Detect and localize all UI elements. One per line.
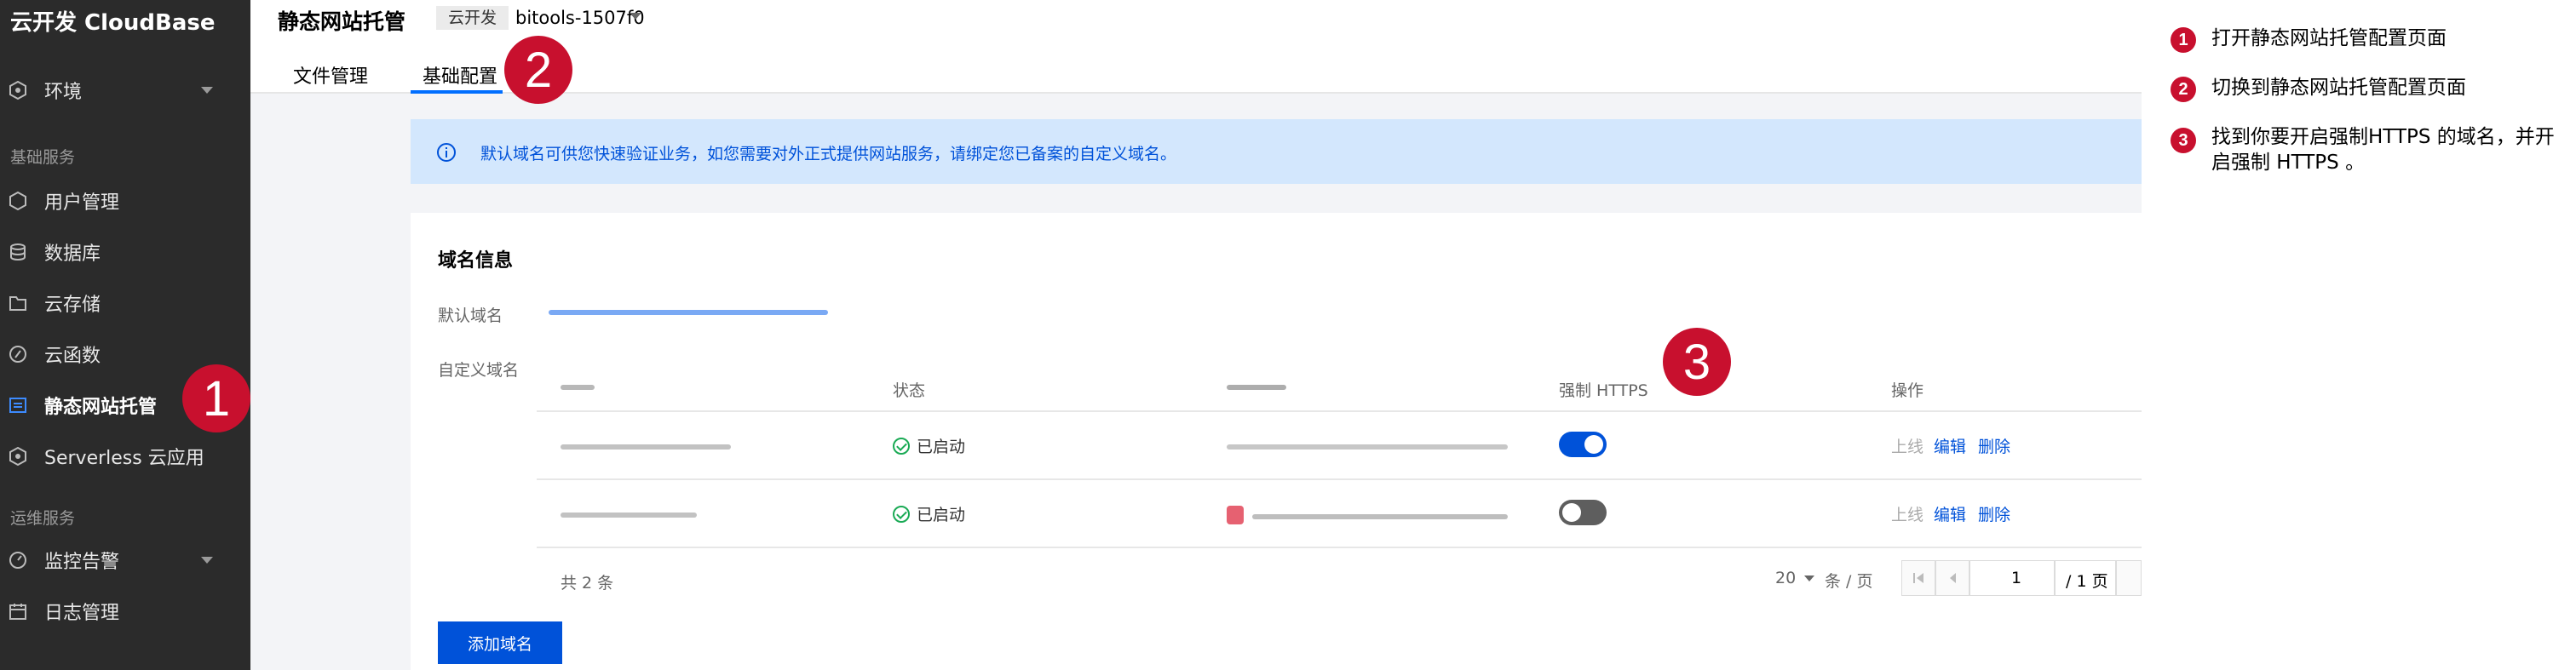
default-domain-link[interactable] — [549, 310, 828, 315]
hexagon-icon — [9, 447, 27, 466]
tab-basic-config[interactable]: 基础配置 — [423, 61, 497, 89]
cname-value — [1252, 514, 1508, 519]
folder-icon — [9, 294, 27, 312]
sidebar-item-serverless[interactable]: Serverless 云应用 — [0, 438, 250, 475]
prev-page-button[interactable] — [1935, 560, 1969, 596]
table-divider — [537, 410, 2142, 412]
column-header-force-https: 强制 HTTPS — [1559, 381, 1648, 400]
delete-link[interactable]: 删除 — [1978, 502, 2010, 525]
sidebar-item-logs[interactable]: 日志管理 — [0, 593, 250, 630]
sidebar-item-label: 日志管理 — [44, 603, 120, 624]
website-icon — [9, 396, 27, 415]
edit-link[interactable]: 编辑 — [1934, 434, 1966, 457]
status-badge: 已启动 — [893, 434, 965, 457]
annotation-panel — [2142, 0, 2576, 670]
total-count: 共 2 条 — [561, 574, 614, 593]
column-header-cname — [1227, 385, 1286, 390]
check-circle-icon — [893, 437, 910, 455]
chevron-down-icon[interactable] — [1804, 576, 1814, 581]
tab-file-management[interactable]: 文件管理 — [293, 61, 368, 89]
sidebar-item-label: 云函数 — [44, 346, 101, 367]
sidebar-item-database[interactable]: 数据库 — [0, 233, 250, 271]
annotation-marker-1: 1 — [2171, 27, 2196, 53]
user-shield-icon — [9, 192, 27, 210]
sidebar-item-monitoring[interactable]: 监控告警 — [0, 541, 250, 579]
hexagon-icon — [9, 81, 27, 100]
page-input[interactable]: 1 — [1969, 560, 2055, 596]
tab-active-indicator — [411, 90, 503, 94]
chevron-down-icon — [201, 87, 213, 94]
page-size-select[interactable]: 20 — [1775, 569, 1796, 587]
info-icon — [436, 142, 457, 166]
annotation-marker-3: 3 — [2171, 128, 2196, 153]
chevron-down-icon — [201, 557, 213, 564]
env-selector[interactable]: 环境 — [0, 72, 250, 109]
custom-domain-label: 自定义域名 — [438, 361, 520, 380]
step-marker-3: 3 — [1663, 328, 1731, 396]
card-title: 域名信息 — [438, 250, 514, 272]
sidebar-item-label: 静态网站托管 — [44, 397, 158, 418]
notice-text: 默认域名可供您快速验证业务，如您需要对外正式提供网站服务，请绑定您已备案的自定义… — [480, 145, 1177, 163]
gauge-icon — [9, 551, 27, 570]
env-id-dropdown[interactable]: bitools-1507f0 — [515, 8, 645, 28]
force-https-toggle[interactable] — [1559, 500, 1607, 525]
env-tag: 云开发 — [436, 6, 509, 30]
edit-link[interactable]: 编辑 — [1934, 502, 1966, 525]
section-basic-services: 基础服务 — [10, 148, 76, 167]
sidebar-item-user-management[interactable]: 用户管理 — [0, 182, 250, 220]
domain-name — [561, 513, 697, 518]
status-text: 已启动 — [917, 506, 966, 524]
step-marker-1: 1 — [182, 364, 250, 432]
database-icon — [9, 243, 27, 261]
column-header-domain — [561, 385, 595, 390]
function-icon — [9, 345, 27, 364]
step-marker-2: 2 — [504, 36, 572, 104]
domain-name — [561, 444, 731, 450]
brand-logo-text: 云开发 CloudBase — [10, 10, 216, 36]
sidebar-item-label: Serverless 云应用 — [44, 448, 204, 469]
info-notice: 默认域名可供您快速验证业务，如您需要对外正式提供网站服务，请绑定您已备案的自定义… — [411, 119, 2142, 184]
annotation-marker-2: 2 — [2171, 77, 2196, 102]
column-header-status: 状态 — [893, 381, 926, 400]
sidebar-item-label: 用户管理 — [44, 192, 120, 214]
column-header-actions: 操作 — [1891, 381, 1924, 400]
annotation-text-2: 切换到静态网站托管配置页面 — [2211, 77, 2466, 99]
sidebar-item-label: 监控告警 — [44, 552, 120, 573]
cname-icon — [1227, 506, 1244, 524]
section-ops-services: 运维服务 — [10, 509, 76, 528]
delete-link[interactable]: 删除 — [1978, 434, 2010, 457]
table-divider — [537, 547, 2142, 548]
annotation-text-3: 找到你要开启强制HTTPS 的域名，并开启强制 HTTPS 。 — [2211, 126, 2555, 174]
check-circle-icon — [893, 505, 910, 523]
online-action: 上线 — [1891, 438, 1924, 456]
calendar-icon — [9, 602, 27, 621]
add-domain-button[interactable]: 添加域名 — [438, 621, 562, 664]
first-page-button[interactable] — [1901, 560, 1935, 596]
table-divider — [537, 478, 2142, 480]
status-badge: 已启动 — [893, 502, 965, 525]
sidebar-item-storage[interactable]: 云存储 — [0, 284, 250, 322]
page-input-value: 1 — [2011, 569, 2022, 587]
annotation-text-1: 打开静态网站托管配置页面 — [2211, 27, 2447, 49]
sidebar-item-label: 数据库 — [44, 243, 101, 265]
env-label: 环境 — [44, 82, 83, 103]
status-text: 已启动 — [917, 438, 966, 456]
online-action: 上线 — [1891, 506, 1924, 524]
domain-info-card: 域名信息 默认域名 自定义域名 状态 强制 HTTPS 操作 已启动 上线 编辑… — [411, 213, 2142, 670]
default-domain-label: 默认域名 — [438, 306, 503, 325]
cname-value — [1227, 444, 1508, 450]
sidebar-item-label: 云存储 — [44, 295, 101, 316]
page-total: / 1 页 — [2055, 560, 2116, 596]
next-page-button[interactable] — [2116, 560, 2142, 596]
force-https-toggle[interactable] — [1559, 432, 1607, 457]
chevron-down-icon[interactable] — [630, 13, 641, 20]
page-title: 静态网站托管 — [278, 9, 406, 34]
page-size-unit: 条 / 页 — [1825, 572, 1873, 591]
sidebar: 云开发 CloudBase 环境 基础服务 用户管理 数据库 云存储 云函数 静… — [0, 0, 250, 670]
